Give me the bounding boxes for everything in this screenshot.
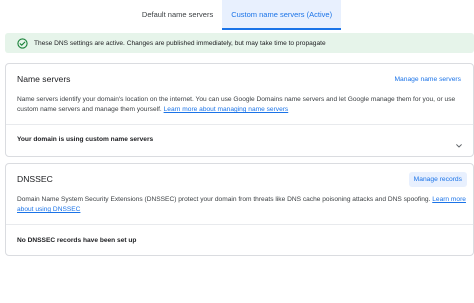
dnssec-card: DNSSEC Manage records Domain Name System… bbox=[5, 163, 474, 256]
dnssec-status: No DNSSEC records have been set up bbox=[17, 237, 137, 244]
dnssec-divider bbox=[6, 224, 473, 225]
name-servers-title: Name servers bbox=[17, 74, 71, 84]
dnssec-title: DNSSEC bbox=[17, 174, 53, 184]
active-settings-banner: These DNS settings are active. Changes a… bbox=[5, 33, 474, 53]
check-circle-icon bbox=[17, 37, 28, 49]
banner-text: These DNS settings are active. Changes a… bbox=[34, 39, 326, 47]
name-server-tabs: Default name servers Custom name servers… bbox=[0, 0, 474, 30]
manage-name-servers-link[interactable]: Manage name servers bbox=[394, 76, 461, 83]
name-servers-divider bbox=[6, 124, 473, 125]
tab-custom-name-servers[interactable]: Custom name servers (Active) bbox=[222, 0, 342, 30]
name-servers-description: Name servers identify your domain's loca… bbox=[17, 95, 467, 115]
dnssec-description-text: Domain Name System Security Extensions (… bbox=[17, 196, 431, 203]
name-servers-card: Name servers Manage name servers Name se… bbox=[5, 63, 474, 157]
dns-settings-page: Default name servers Custom name servers… bbox=[0, 0, 474, 303]
learn-more-name-servers-link[interactable]: Learn more about managing name servers bbox=[164, 106, 289, 113]
name-servers-status: Your domain is using custom name servers bbox=[17, 136, 154, 143]
tab-default-name-servers[interactable]: Default name servers bbox=[133, 0, 222, 30]
manage-records-button[interactable]: Manage records bbox=[408, 172, 467, 187]
dnssec-description: Domain Name System Security Extensions (… bbox=[17, 195, 467, 215]
chevron-down-icon[interactable] bbox=[455, 137, 463, 148]
